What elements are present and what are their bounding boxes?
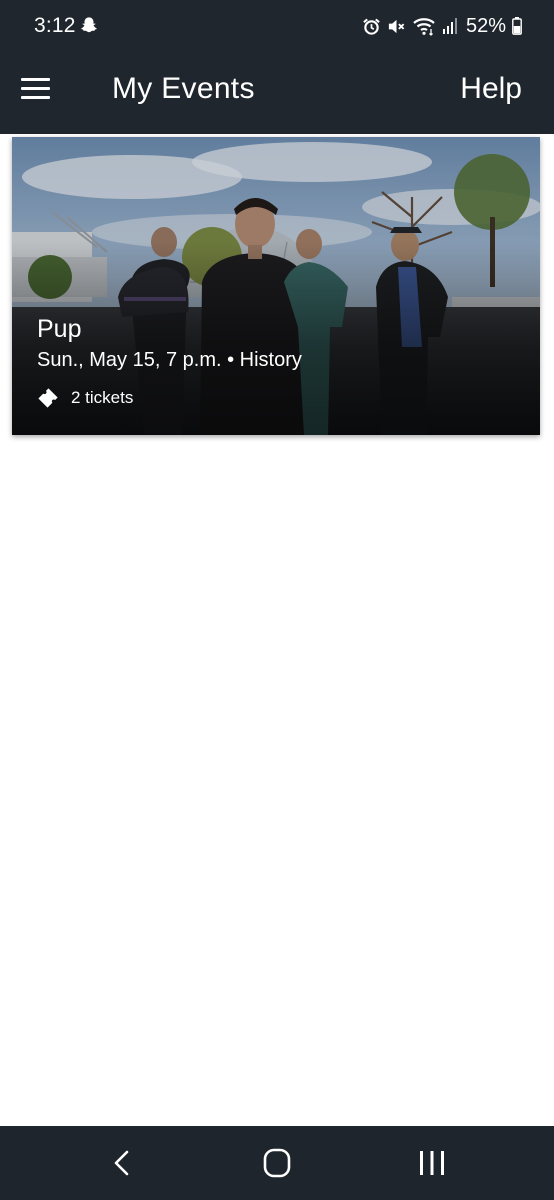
battery-percent: 52% xyxy=(465,14,506,37)
hamburger-menu-icon[interactable] xyxy=(18,74,52,104)
alarm-icon xyxy=(363,18,380,35)
ticket-count: 2 tickets xyxy=(71,388,134,407)
event-tickets: 2 tickets xyxy=(37,387,133,409)
event-details: Sun., May 15, 7 p.m. • History xyxy=(37,349,302,371)
ticket-icon xyxy=(38,388,58,408)
event-card[interactable]: Pup Sun., May 15, 7 p.m. • History 2 tic… xyxy=(12,137,540,435)
wifi-icon xyxy=(413,18,435,36)
app-bar: My Events Help xyxy=(0,52,554,134)
snapchat-icon xyxy=(81,17,97,33)
home-icon[interactable] xyxy=(257,1146,297,1180)
back-icon[interactable] xyxy=(102,1146,142,1180)
event-name: Pup xyxy=(37,315,82,343)
help-button[interactable]: Help xyxy=(460,72,522,106)
status-bar: 3:12 52% xyxy=(0,0,554,52)
navigation-bar xyxy=(0,1126,554,1200)
page-title: My Events xyxy=(112,72,255,105)
status-icons: 52% xyxy=(362,13,522,39)
screen: 3:12 52% My Events Help Pup Sun., May 15… xyxy=(0,0,554,1200)
signal-icon xyxy=(442,18,457,34)
recents-icon[interactable] xyxy=(412,1146,452,1180)
status-time: 3:12 xyxy=(34,14,76,37)
mute-icon xyxy=(388,19,405,33)
battery-icon xyxy=(512,17,522,35)
